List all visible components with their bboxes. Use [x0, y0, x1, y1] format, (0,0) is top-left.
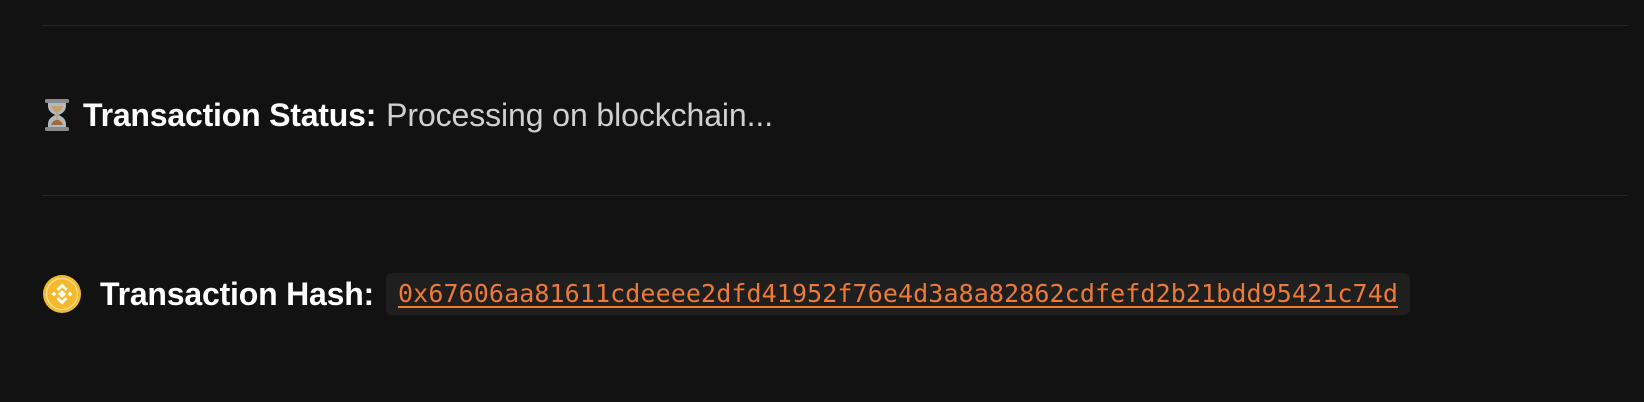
hourglass-icon — [42, 98, 72, 132]
transaction-panel: Transaction Status: Processing on blockc… — [0, 0, 1644, 402]
transaction-hash-link[interactable]: 0x67606aa81611cdeeee2dfd41952f76e4d3a8a8… — [398, 279, 1398, 308]
divider-top — [42, 25, 1628, 26]
transaction-status-label: Transaction Status: — [83, 96, 377, 133]
bnb-coin-icon — [42, 274, 82, 314]
transaction-hash-row: Transaction Hash: 0x67606aa81611cdeeee2d… — [42, 268, 1410, 320]
divider-middle — [42, 195, 1628, 196]
transaction-status-row: Transaction Status: Processing on blockc… — [42, 89, 773, 141]
transaction-hash-label: Transaction Hash: — [100, 275, 375, 312]
transaction-hash-chip: 0x67606aa81611cdeeee2dfd41952f76e4d3a8a8… — [386, 273, 1410, 315]
transaction-status-value: Processing on blockchain... — [386, 96, 774, 133]
